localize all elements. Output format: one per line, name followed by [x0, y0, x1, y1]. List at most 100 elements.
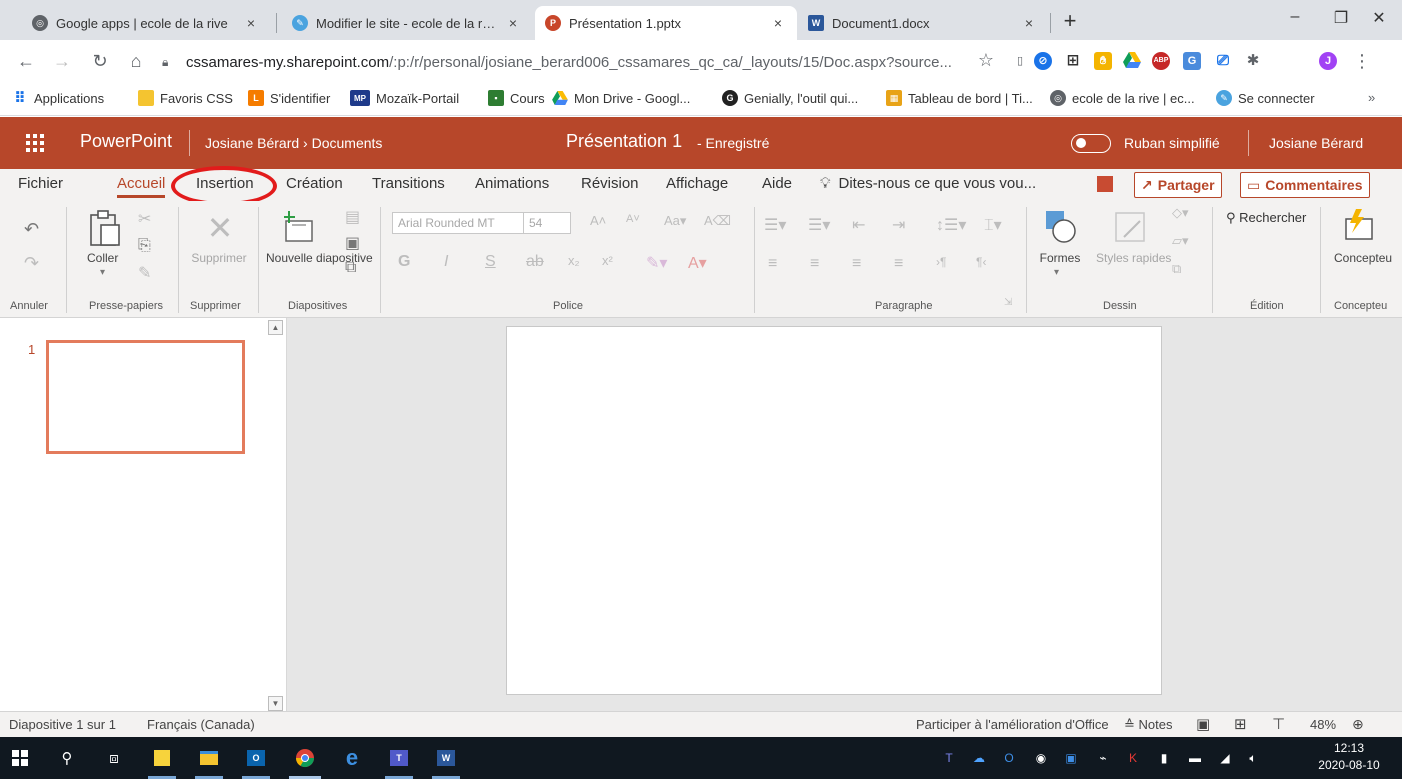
compass-extension-icon[interactable]: ⊘ — [1034, 52, 1052, 70]
simplified-ribbon-toggle[interactable] — [1071, 134, 1111, 153]
change-case-icon[interactable]: Aa▾ — [664, 213, 686, 229]
improve-office-link[interactable]: Participer à l'amélioration d'Office — [916, 717, 1109, 732]
undo-icon[interactable]: ↶ — [24, 219, 39, 240]
align-left-icon[interactable]: ≡ — [768, 255, 777, 273]
chrome-icon[interactable] — [293, 746, 317, 770]
tab-affichage[interactable]: Affichage — [666, 175, 728, 192]
designer-label[interactable]: Concepteu — [1334, 251, 1402, 265]
paste-dropdown-icon[interactable]: ▾ — [100, 267, 105, 278]
bookmark-mon-drive[interactable]: Mon Drive - Googl... — [552, 90, 690, 106]
outlook-tray-icon[interactable]: O — [1000, 750, 1018, 766]
share-button[interactable]: ↗ Partager — [1134, 172, 1222, 198]
close-tab-icon[interactable]: × — [242, 15, 260, 31]
italic-icon[interactable]: I — [444, 253, 448, 271]
language-indicator[interactable]: Français (Canada) — [147, 717, 255, 732]
underline-icon[interactable]: S — [485, 253, 496, 271]
decrease-font-icon[interactable]: A˅ — [626, 213, 640, 225]
browser-tab-modifier-site[interactable]: ✎ Modifier le site - ecole de la rive × — [282, 6, 532, 40]
slide-canvas[interactable] — [506, 326, 1162, 695]
increase-indent-icon[interactable]: ⇥ — [892, 215, 905, 235]
dialog-launcher-icon[interactable]: ⇲ — [1004, 297, 1012, 308]
forward-arrow-icon[interactable]: → — [50, 50, 74, 74]
bookmarks-overflow-button[interactable]: » — [1368, 90, 1375, 105]
subscript-icon[interactable]: x₂ — [568, 253, 580, 268]
profile-avatar[interactable]: J — [1319, 52, 1337, 70]
copy-icon[interactable]: ⎘ — [138, 237, 151, 255]
document-title[interactable]: Présentation 1 — [566, 131, 682, 152]
security-icon[interactable]: ▣ — [1062, 750, 1080, 766]
font-color-icon[interactable]: A▾ — [688, 253, 707, 273]
bullets-icon[interactable]: ☰▾ — [764, 215, 786, 235]
onedrive-icon[interactable]: ☁ — [970, 750, 988, 766]
breadcrumb[interactable]: Josiane Bérard › Documents — [205, 135, 382, 151]
designer-icon[interactable] — [1342, 209, 1376, 243]
puzzle-extensions-icon[interactable]: ✱ — [1244, 52, 1262, 70]
shape-outline-icon[interactable]: ▱▾ — [1172, 233, 1189, 249]
reading-view-icon[interactable]: ⊤ — [1272, 715, 1285, 733]
clear-formatting-icon[interactable]: A⌫ — [704, 213, 731, 229]
arrange-icon[interactable]: ⧉ — [1172, 261, 1181, 277]
decrease-indent-icon[interactable]: ⇤ — [852, 215, 865, 235]
strikethrough-icon[interactable]: ab — [526, 253, 544, 271]
sticky-notes-icon[interactable] — [150, 746, 174, 770]
google-drive-icon[interactable] — [1123, 52, 1141, 70]
bookmark-tableau-de-bord[interactable]: ▦ Tableau de bord | Ti... — [886, 90, 1033, 106]
grid-extension-icon[interactable]: ⊞ — [1064, 52, 1082, 70]
tab-creation[interactable]: Création — [286, 175, 343, 192]
app-name[interactable]: PowerPoint — [80, 131, 172, 152]
task-view-icon[interactable]: ⧈ — [102, 746, 126, 770]
bookmark-mozaik[interactable]: MP Mozaïk-Portail — [350, 90, 459, 106]
numbering-icon[interactable]: ☰▾ — [808, 215, 830, 235]
text-direction-icon[interactable]: ⌶▾ — [984, 215, 1002, 235]
teams-icon[interactable]: T — [387, 746, 411, 770]
adblock-icon[interactable]: ABP — [1152, 52, 1170, 70]
user-name[interactable]: Josiane Bérard — [1269, 135, 1363, 151]
back-arrow-icon[interactable]: ← — [14, 50, 38, 74]
k-app-icon[interactable]: K — [1124, 750, 1142, 766]
bold-icon[interactable]: G — [398, 253, 410, 271]
rtl-icon[interactable]: ¶‹ — [976, 255, 986, 269]
clipboard-paste-icon[interactable] — [87, 209, 121, 247]
browser-tab-document[interactable]: W Document1.docx × — [798, 6, 1048, 40]
shape-fill-icon[interactable]: ◇▾ — [1172, 205, 1189, 221]
align-right-icon[interactable]: ≡ — [852, 255, 861, 273]
outlook-icon[interactable]: O — [244, 746, 268, 770]
home-icon[interactable]: ⌂ — [124, 50, 148, 74]
wifi-icon[interactable]: ◢ — [1216, 750, 1234, 766]
highlight-icon[interactable]: ✎▾ — [646, 253, 667, 273]
superscript-icon[interactable]: x² — [602, 253, 613, 268]
volume-icon[interactable]: 🔈︎ — [1244, 750, 1262, 766]
app-launcher-icon[interactable] — [26, 134, 44, 152]
vpn-icon[interactable]: ◉ — [1032, 750, 1050, 766]
minimize-button[interactable]: – — [1272, 8, 1318, 32]
bookmark-favoris-css[interactable]: Favoris CSS — [138, 90, 233, 106]
translate-extension-icon[interactable]: G — [1183, 52, 1201, 70]
tab-fichier[interactable]: Fichier — [18, 175, 63, 192]
tab-revision[interactable]: Révision — [581, 175, 639, 192]
teams-tray-icon[interactable]: T — [940, 750, 958, 766]
new-slide-label[interactable]: Nouvelle diapositive — [266, 251, 373, 265]
font-size-input[interactable]: 54 — [523, 212, 571, 234]
delete-label[interactable]: Supprimer — [187, 251, 251, 265]
address-bar[interactable]: 🔒︎ cssamares-my.sharepoint.com/:p:/r/per… — [162, 47, 994, 77]
format-painter-icon[interactable]: ✎ — [138, 263, 151, 283]
slide-sorter-icon[interactable]: ⊞ — [1234, 715, 1247, 733]
redo-icon[interactable]: ↷ — [24, 253, 39, 274]
battery-icon[interactable]: ▬ — [1186, 750, 1204, 766]
bookmark-sidentifier[interactable]: L S'identifier — [248, 90, 330, 106]
section-icon[interactable]: ⧉ — [345, 259, 356, 277]
scroll-up-icon[interactable]: ▲ — [268, 320, 283, 335]
ltr-icon[interactable]: ›¶ — [936, 255, 946, 269]
bookmark-ecole-de-la-rive[interactable]: ◎ ecole de la rive | ec... — [1050, 90, 1195, 106]
chrome-menu-icon[interactable]: ⋮ — [1350, 50, 1374, 74]
comments-button[interactable]: ▭ Commentaires — [1240, 172, 1370, 198]
line-spacing-icon[interactable]: ↕☰▾ — [936, 215, 966, 235]
quick-styles-icon[interactable] — [1114, 211, 1148, 245]
align-center-icon[interactable]: ≡ — [810, 255, 819, 273]
slide-thumbnail[interactable] — [46, 340, 245, 454]
shapes-icon[interactable] — [1044, 209, 1078, 245]
word-icon[interactable]: W — [434, 746, 458, 770]
delete-x-icon[interactable]: ✕ — [204, 209, 236, 247]
scroll-down-icon[interactable]: ▼ — [268, 696, 283, 711]
quick-styles-label[interactable]: Styles rapides — [1096, 251, 1171, 265]
